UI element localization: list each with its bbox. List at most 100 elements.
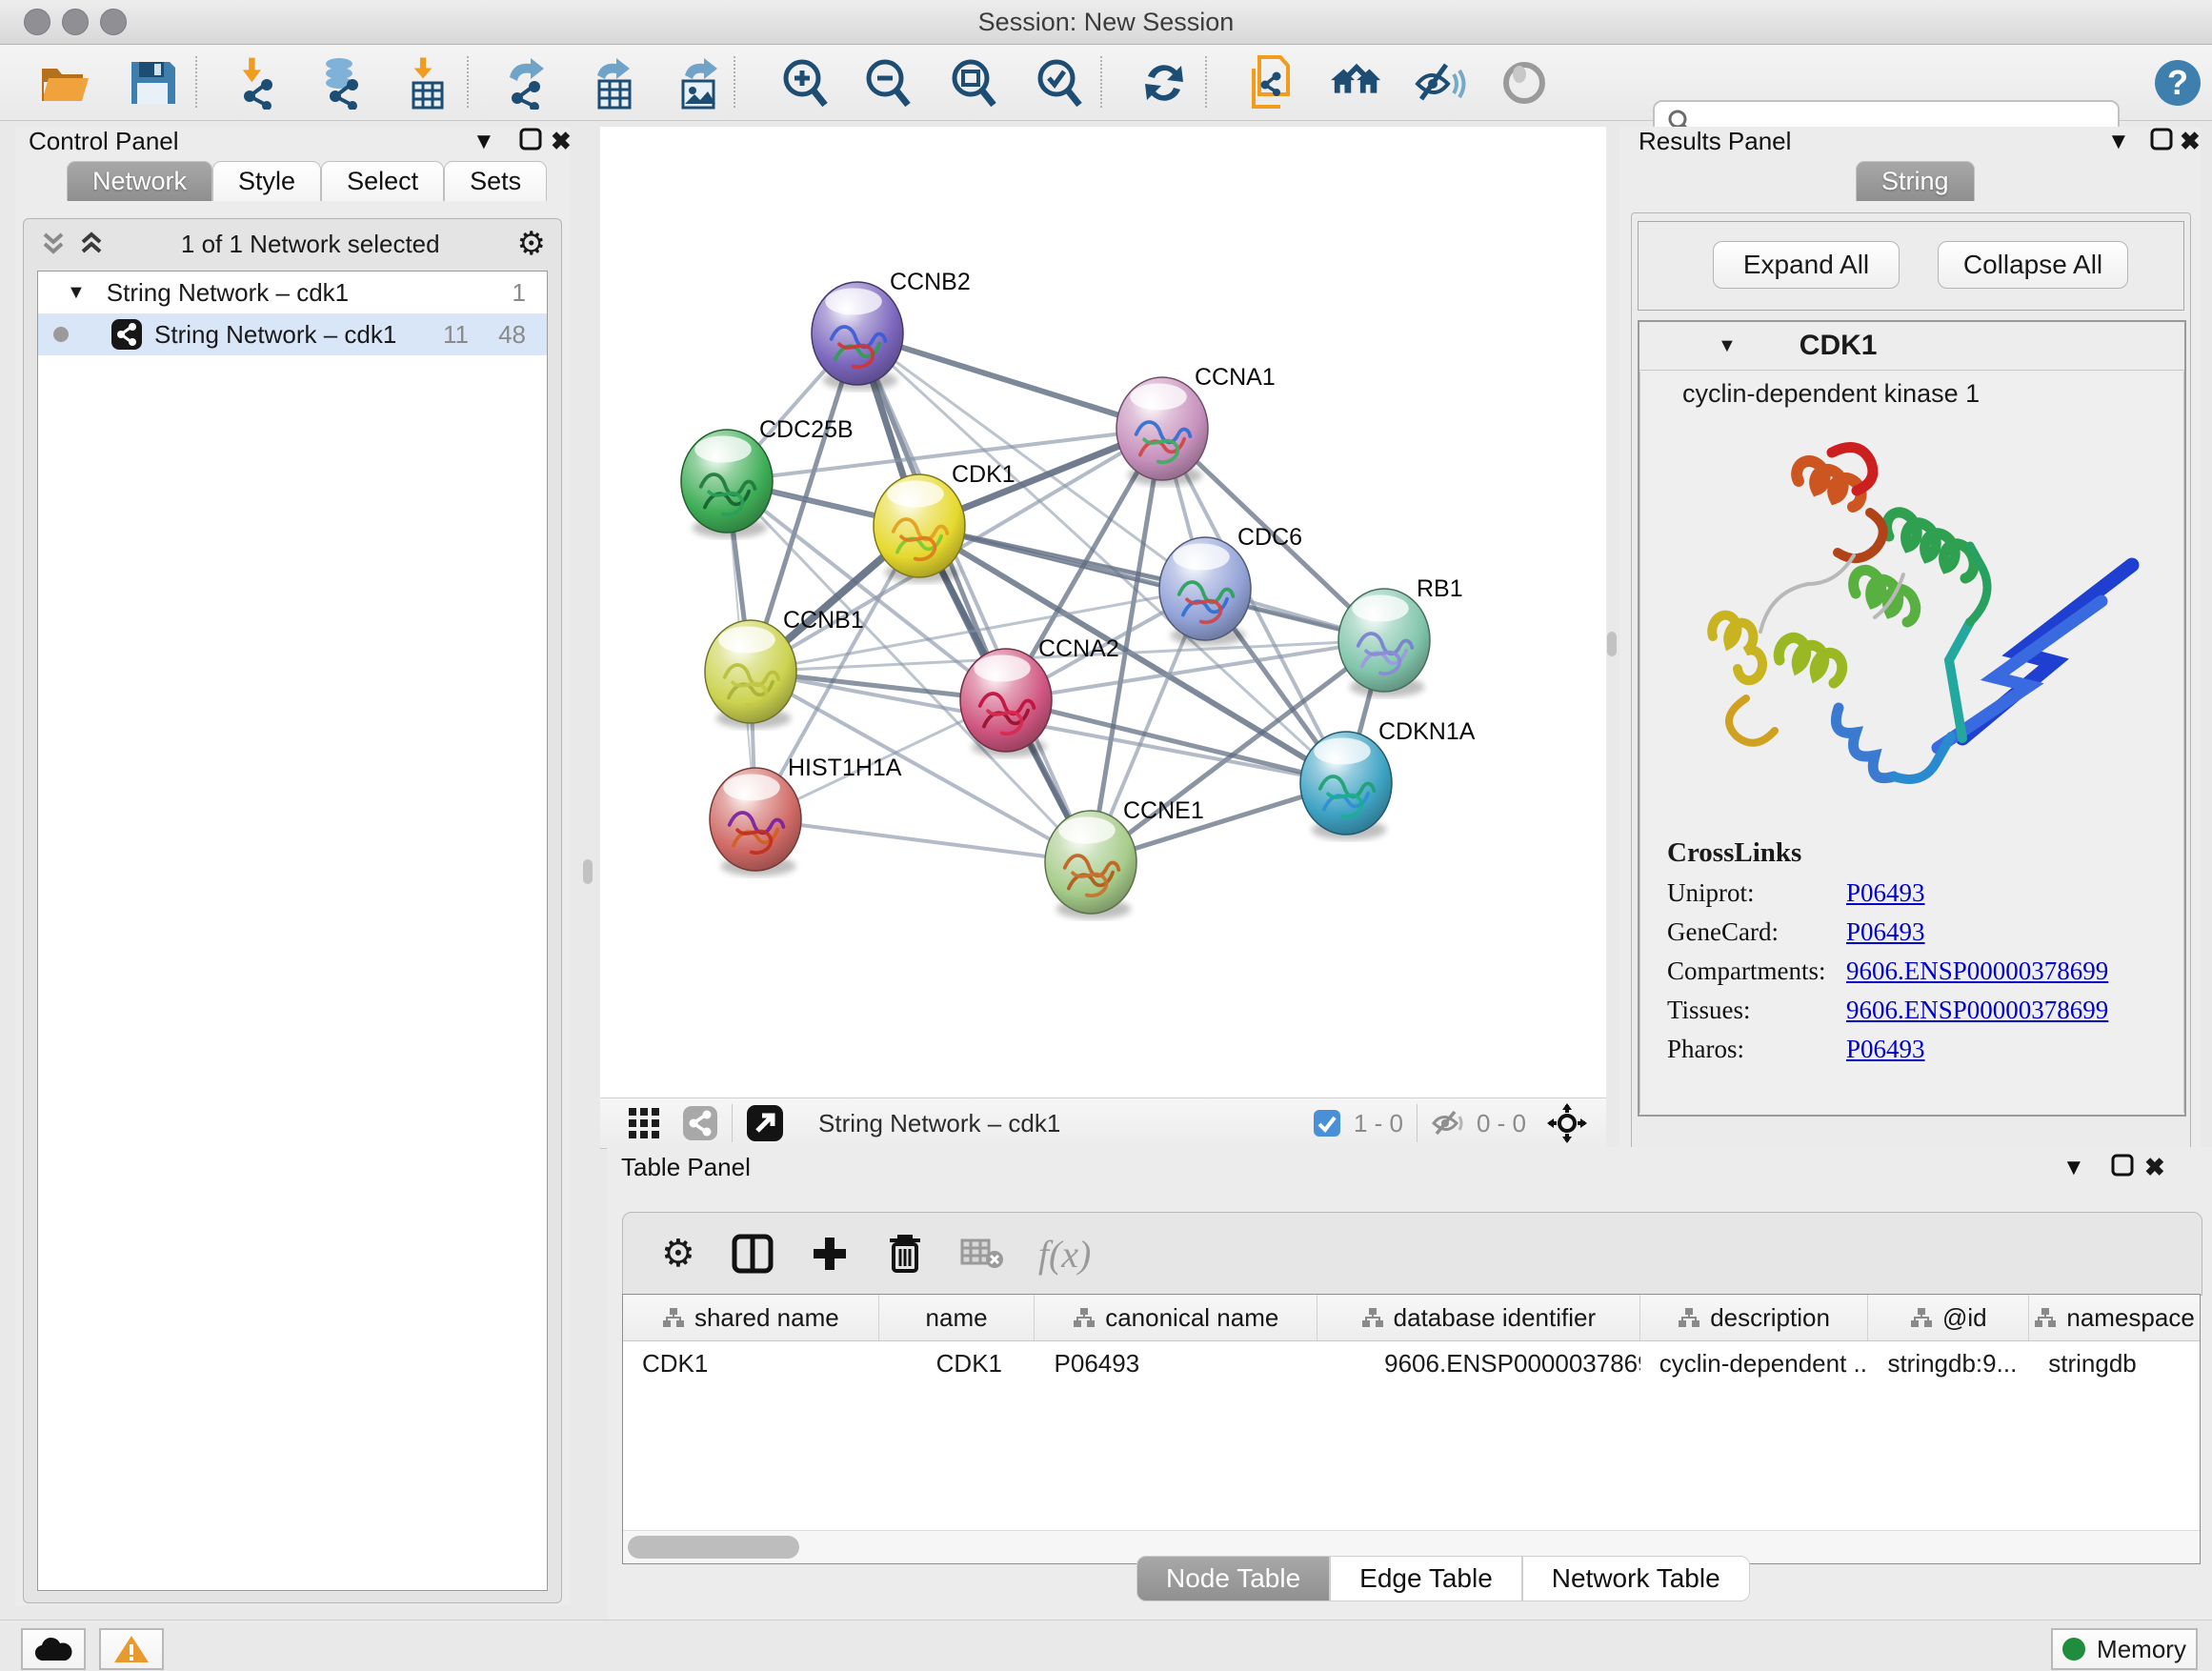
delete-table-icon[interactable] (960, 1237, 1004, 1271)
zoom-out-icon[interactable] (861, 56, 915, 110)
network-row[interactable]: String Network – cdk1 11 48 (38, 313, 547, 355)
scrollbar-thumb[interactable] (628, 1536, 799, 1559)
tab-edge-table[interactable]: Edge Table (1330, 1556, 1522, 1601)
network-node-cdc25b[interactable]: CDC25B (681, 416, 854, 538)
expand-all-button[interactable]: Expand All (1713, 241, 1900, 289)
network-edge[interactable] (857, 333, 1162, 429)
zoom-selected-icon[interactable] (1033, 56, 1086, 110)
table-panel-menu-icon[interactable]: ▼ (2062, 1155, 2085, 1181)
gene-section: ▼ CDK1 cyclin-dependent kinase 1 (1638, 320, 2186, 1117)
share-network-icon[interactable] (682, 1105, 718, 1141)
table-row[interactable]: CDK1 CDK1 P06493 9606.ENSP00000378699 cy… (623, 1341, 2200, 1385)
network-node-cdk1[interactable]: CDK1 (874, 461, 1016, 583)
table-panel-close-icon[interactable]: ✖ (2144, 1153, 2165, 1182)
function-builder-icon[interactable]: f(x) (1038, 1232, 1092, 1277)
left-splitter-handle[interactable] (583, 859, 593, 884)
table-panel-float-icon[interactable] (2110, 1153, 2135, 1178)
split-columns-icon[interactable] (732, 1234, 774, 1274)
column-header-description[interactable]: description (1640, 1295, 1869, 1340)
selection-checkbox-icon[interactable] (1312, 1108, 1342, 1138)
table-settings-gear-icon[interactable]: ⚙ (661, 1235, 695, 1273)
expand-all-networks-icon[interactable] (79, 231, 104, 257)
grid-view-icon[interactable] (627, 1106, 661, 1140)
warning-button[interactable] (99, 1628, 164, 1670)
collapse-all-networks-icon[interactable] (41, 231, 66, 257)
import-database-icon[interactable] (314, 56, 368, 110)
crosslink-tissues[interactable]: 9606.ENSP00000378699 (1846, 996, 2108, 1025)
zoom-in-icon[interactable] (778, 56, 832, 110)
preview-sphere-icon[interactable] (1498, 56, 1551, 110)
network-canvas[interactable]: CCNB2CCNA1CDC25BCDK1CDC6RB1CCNB1CCNA2CDK… (600, 127, 1606, 1097)
column-header-at-id[interactable]: @id (1868, 1295, 2029, 1340)
cloud-button[interactable] (21, 1628, 86, 1670)
help-icon[interactable]: ? (2151, 56, 2204, 110)
duplicate-network-icon[interactable] (1245, 56, 1298, 110)
column-header-shared-name[interactable]: shared name (623, 1295, 879, 1340)
home-gallery-icon[interactable] (1331, 56, 1384, 110)
network-node-rb1[interactable]: RB1 (1338, 575, 1463, 697)
tab-network[interactable]: Network (67, 161, 212, 201)
network-node-ccnb2[interactable]: CCNB2 (812, 269, 971, 391)
tab-network-table[interactable]: Network Table (1522, 1556, 1750, 1601)
network-edge[interactable] (857, 333, 1091, 862)
tab-sets[interactable]: Sets (444, 161, 547, 201)
right-splitter-handle[interactable] (1607, 632, 1617, 656)
crosslinks-title: CrossLinks (1667, 837, 2183, 869)
crosslink-compartments[interactable]: 9606.ENSP00000378699 (1846, 956, 2108, 986)
selected-count-label: 1 - 0 (1354, 1109, 1403, 1138)
network-options-gear-icon[interactable]: ⚙ (517, 228, 546, 260)
open-folder-icon[interactable] (38, 56, 91, 110)
column-header-namespace[interactable]: namespace (2029, 1295, 2200, 1340)
delete-column-icon[interactable] (886, 1233, 924, 1275)
zoom-fit-icon[interactable] (947, 56, 1000, 110)
network-node-cdkn1a[interactable]: CDKN1A (1300, 718, 1476, 840)
column-header-database-identifier[interactable]: database identifier (1317, 1295, 1640, 1340)
network-node-ccna1[interactable]: CCNA1 (1116, 364, 1276, 486)
results-panel-float-icon[interactable] (2149, 127, 2174, 151)
tab-select[interactable]: Select (321, 161, 444, 201)
add-column-icon[interactable] (810, 1234, 850, 1274)
tab-node-table[interactable]: Node Table (1136, 1556, 1330, 1601)
column-mapping-icon (1361, 1307, 1384, 1328)
crosslink-pharos[interactable]: P06493 (1846, 1035, 1925, 1064)
export-image-icon[interactable] (672, 56, 725, 110)
node-label: CDKN1A (1378, 718, 1476, 745)
pan-crosshair-icon[interactable] (1547, 1103, 1587, 1143)
hide-unhide-icon[interactable] (1414, 56, 1467, 110)
control-panel-close-icon[interactable]: ✖ (551, 127, 572, 156)
control-panel-menu-icon[interactable]: ▼ (473, 129, 495, 155)
export-network-icon[interactable] (502, 56, 555, 110)
results-panel-close-icon[interactable]: ✖ (2180, 127, 2201, 156)
node-label: CDK1 (952, 461, 1016, 488)
column-header-name[interactable]: name (879, 1295, 1036, 1340)
control-panel-title: Control Panel (29, 127, 179, 156)
hidden-eye-icon[interactable] (1431, 1108, 1467, 1138)
section-collapse-icon[interactable]: ▼ (1718, 335, 1737, 357)
cell-namespace: stringdb (2029, 1349, 2200, 1379)
collection-expand-icon[interactable]: ▼ (67, 282, 86, 304)
open-in-window-icon[interactable] (746, 1104, 784, 1142)
collapse-all-button[interactable]: Collapse All (1938, 241, 2128, 289)
import-table-icon[interactable] (400, 56, 453, 110)
memory-button[interactable]: Memory (2051, 1628, 2198, 1670)
crosslink-uniprot[interactable]: P06493 (1846, 878, 1925, 908)
network-collection-row[interactable]: ▼ String Network – cdk1 1 (38, 272, 547, 313)
gene-section-header[interactable]: ▼ CDK1 (1639, 322, 2184, 371)
refresh-layout-icon[interactable] (1137, 56, 1191, 110)
network-node-hist1h1a[interactable]: HIST1H1A (710, 755, 902, 876)
node-table[interactable]: shared name name canonical name database… (622, 1294, 2201, 1564)
import-network-icon[interactable] (231, 56, 284, 110)
results-panel-menu-icon[interactable]: ▼ (2107, 129, 2130, 155)
network-edge[interactable] (919, 526, 1384, 640)
tab-style[interactable]: Style (212, 161, 321, 201)
network-node-cdc6[interactable]: CDC6 (1159, 524, 1302, 646)
export-table-icon[interactable] (588, 56, 641, 110)
tab-string[interactable]: String (1856, 161, 1975, 201)
crosslink-label: Pharos: (1667, 1035, 1846, 1064)
save-icon[interactable] (126, 56, 179, 110)
crosslink-genecard[interactable]: P06493 (1846, 917, 1925, 947)
network-edge[interactable] (755, 819, 1091, 862)
column-mapping-icon (1073, 1307, 1096, 1328)
control-panel-float-icon[interactable] (518, 127, 543, 151)
column-header-canonical-name[interactable]: canonical name (1035, 1295, 1317, 1340)
